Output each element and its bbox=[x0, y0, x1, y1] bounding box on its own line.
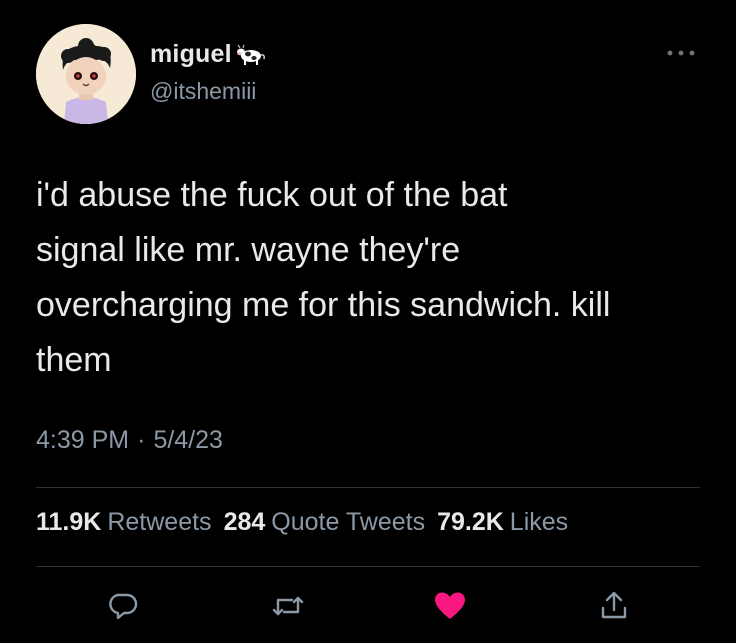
retweet-button[interactable] bbox=[266, 584, 310, 628]
divider bbox=[36, 487, 700, 488]
tweet-date[interactable]: 5/4/23 bbox=[153, 426, 223, 455]
retweets-label: Retweets bbox=[107, 508, 212, 536]
divider bbox=[36, 566, 700, 567]
likes-label: Likes bbox=[509, 508, 569, 536]
share-button[interactable] bbox=[592, 584, 636, 628]
meta-separator: · bbox=[137, 426, 146, 454]
engagement-stats: 11.9K Retweets 284 Quote Tweets 79.2K Li… bbox=[36, 508, 580, 537]
quote-tweets-label: Quote Tweets bbox=[271, 508, 426, 536]
user-name-row[interactable]: miguel bbox=[150, 40, 266, 69]
quote-tweets-count: 284 bbox=[223, 508, 266, 536]
reply-icon bbox=[109, 593, 138, 620]
tweet-text: i'd abuse the fuck out of the bat signal… bbox=[36, 176, 611, 379]
likes-stat[interactable]: 79.2K Likes bbox=[437, 508, 568, 537]
cow-icon bbox=[236, 44, 265, 65]
like-icon bbox=[435, 592, 465, 619]
like-button[interactable] bbox=[428, 584, 472, 628]
tweet-time[interactable]: 4:39 PM bbox=[36, 426, 129, 455]
action-bar bbox=[0, 584, 736, 628]
likes-count: 79.2K bbox=[437, 508, 504, 536]
user-handle[interactable]: @itshemiii bbox=[150, 78, 256, 105]
avatar-illustration-icon bbox=[36, 24, 136, 124]
quote-tweets-stat[interactable]: 284 Quote Tweets bbox=[224, 508, 426, 537]
retweets-stat[interactable]: 11.9K Retweets bbox=[36, 508, 212, 537]
tweet-timestamp[interactable]: 4:39 PM · 5/4/23 bbox=[36, 426, 223, 455]
retweet-icon bbox=[272, 596, 304, 616]
tweet-card: miguel @itshemiii i'd abuse the fuck out… bbox=[0, 0, 736, 643]
retweets-count: 11.9K bbox=[36, 508, 102, 536]
share-icon bbox=[601, 591, 627, 619]
avatar[interactable] bbox=[36, 24, 136, 124]
more-options-icon[interactable] bbox=[664, 46, 698, 60]
display-name[interactable]: miguel bbox=[150, 40, 232, 69]
reply-button[interactable] bbox=[102, 584, 146, 628]
